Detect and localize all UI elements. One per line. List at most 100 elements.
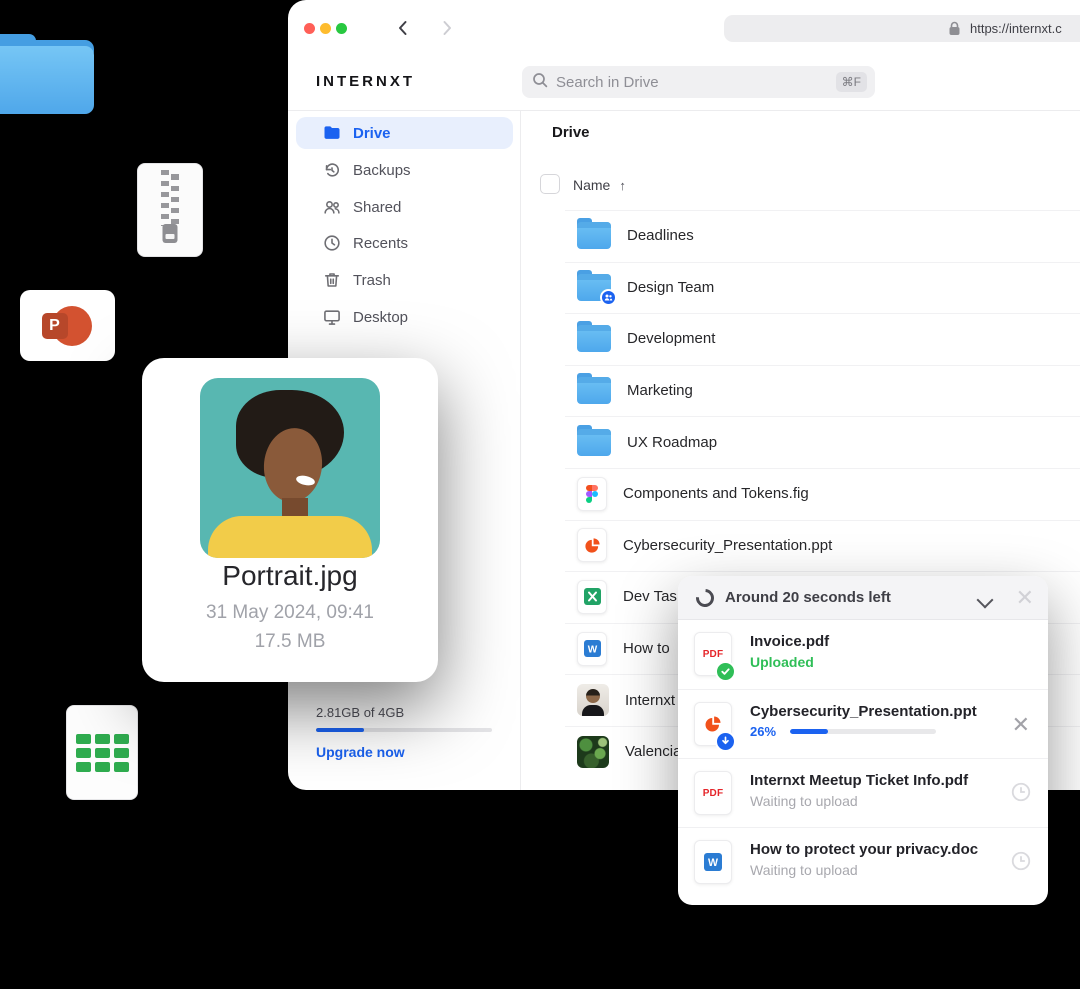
upload-item-name: Cybersecurity_Presentation.ppt bbox=[750, 703, 977, 720]
folder-icon bbox=[577, 325, 611, 352]
list-item-folder[interactable]: Development bbox=[521, 313, 1080, 365]
upload-item-cybersecurity[interactable]: Cybersecurity_Presentation.ppt 26% ✕ bbox=[678, 689, 1048, 758]
folder-icon bbox=[577, 377, 611, 404]
close-window-button[interactable] bbox=[304, 23, 315, 34]
upload-item-status: Waiting to upload bbox=[750, 862, 858, 878]
sidebar-item-desktop[interactable]: Desktop bbox=[296, 299, 513, 335]
folder-icon bbox=[577, 429, 611, 456]
list-item-folder[interactable]: UX Roadmap bbox=[521, 416, 1080, 468]
search-bar[interactable]: ⌘F bbox=[522, 66, 875, 98]
list-item-folder-shared[interactable]: Design Team bbox=[521, 262, 1080, 314]
url-text: https://internxt.c bbox=[970, 21, 1062, 36]
sidebar-item-label: Drive bbox=[353, 125, 391, 142]
photo-thumbnail bbox=[577, 684, 609, 716]
close-panel-icon[interactable]: ✕ bbox=[1016, 585, 1034, 611]
zip-file-icon[interactable] bbox=[137, 163, 203, 257]
folder-front bbox=[0, 46, 94, 114]
spinner-icon bbox=[692, 585, 717, 610]
powerpoint-file-icon bbox=[577, 528, 607, 562]
item-name: UX Roadmap bbox=[627, 434, 717, 451]
preview-size: 17.5 MB bbox=[142, 631, 438, 653]
lock-icon bbox=[948, 21, 961, 41]
preview-filename: Portrait.jpg bbox=[142, 560, 438, 592]
storage-progress-fill bbox=[316, 728, 364, 732]
upload-item-status: Waiting to upload bbox=[750, 793, 858, 809]
forward-button[interactable] bbox=[438, 19, 456, 37]
spreadsheet-grid bbox=[76, 734, 129, 772]
folder-icon bbox=[577, 274, 611, 301]
powerpoint-letter: P bbox=[42, 313, 68, 339]
minimize-window-button[interactable] bbox=[320, 23, 331, 34]
upload-panel-header: Around 20 seconds left ✕ bbox=[678, 576, 1048, 620]
svg-text:W: W bbox=[587, 645, 597, 656]
item-name: How to bbox=[623, 640, 670, 657]
waiting-clock-icon bbox=[1010, 850, 1032, 872]
backups-history-icon bbox=[322, 160, 342, 180]
address-bar[interactable]: https://internxt.c bbox=[724, 15, 1080, 42]
list-item-figma-file[interactable]: Components and Tokens.fig bbox=[521, 468, 1080, 520]
upload-progress-panel: Around 20 seconds left ✕ PDF Invoice.pdf… bbox=[678, 576, 1048, 905]
item-name: Development bbox=[627, 330, 715, 347]
excel-file-icon bbox=[577, 580, 607, 614]
upload-item-meetup-ticket[interactable]: PDF Internxt Meetup Ticket Info.pdf Wait… bbox=[678, 758, 1048, 827]
word-file-icon: W bbox=[694, 840, 732, 884]
sidebar-item-recents[interactable]: Recents bbox=[296, 225, 513, 261]
upload-item-name: How to protect your privacy.doc bbox=[750, 841, 978, 858]
item-name: Valencia bbox=[625, 743, 681, 760]
spreadsheet-file-icon[interactable] bbox=[66, 705, 138, 800]
page-title: Drive bbox=[552, 124, 590, 141]
upload-time-remaining: Around 20 seconds left bbox=[725, 589, 891, 606]
drive-folder-icon bbox=[322, 123, 342, 143]
portrait-photo bbox=[200, 378, 380, 558]
powerpoint-logo: P bbox=[42, 304, 94, 348]
zipper-pull bbox=[163, 224, 178, 243]
internxt-logo: INTERNXT bbox=[316, 73, 415, 90]
zoom-window-button[interactable] bbox=[336, 23, 347, 34]
name-column-header[interactable]: Name ↑ bbox=[573, 177, 626, 193]
photo-thumbnail bbox=[577, 736, 609, 768]
upload-progress-bar bbox=[790, 729, 936, 734]
sidebar-item-shared[interactable]: Shared bbox=[296, 189, 513, 225]
upgrade-now-link[interactable]: Upgrade now bbox=[316, 744, 405, 760]
list-item-folder[interactable]: Deadlines bbox=[521, 210, 1080, 262]
item-name: Deadlines bbox=[627, 227, 694, 244]
folder-icon bbox=[577, 222, 611, 249]
powerpoint-file-icon[interactable]: P bbox=[20, 290, 115, 361]
list-item-powerpoint-file[interactable]: Cybersecurity_Presentation.ppt bbox=[521, 520, 1080, 572]
back-button[interactable] bbox=[394, 19, 412, 37]
cancel-upload-icon[interactable]: ✕ bbox=[1012, 712, 1030, 738]
upload-item-status: Uploaded bbox=[750, 654, 814, 670]
upload-item-privacy-doc[interactable]: W How to protect your privacy.doc Waitin… bbox=[678, 827, 1048, 896]
item-name: Cybersecurity_Presentation.ppt bbox=[623, 537, 832, 554]
upload-item-name: Internxt Meetup Ticket Info.pdf bbox=[750, 772, 968, 789]
select-all-checkbox[interactable] bbox=[540, 174, 560, 194]
upload-item-invoice[interactable]: PDF Invoice.pdf Uploaded bbox=[678, 620, 1048, 689]
waiting-clock-icon bbox=[1010, 781, 1032, 803]
upload-item-progress-label: 26% bbox=[750, 724, 776, 739]
list-item-folder[interactable]: Marketing bbox=[521, 365, 1080, 417]
search-input[interactable] bbox=[556, 74, 836, 91]
desktop-monitor-icon bbox=[322, 307, 342, 327]
item-name: Design Team bbox=[627, 279, 714, 296]
sidebar-item-label: Desktop bbox=[353, 309, 408, 326]
search-icon bbox=[532, 72, 548, 93]
item-name: Internxt bbox=[625, 692, 675, 709]
chevron-down-icon[interactable] bbox=[978, 593, 992, 607]
pdf-label: PDF bbox=[703, 649, 724, 660]
sidebar-item-backups[interactable]: Backups bbox=[296, 152, 513, 188]
sidebar-item-trash[interactable]: Trash bbox=[296, 262, 513, 298]
sidebar-item-drive[interactable]: Drive bbox=[296, 117, 513, 149]
upload-item-name: Invoice.pdf bbox=[750, 633, 829, 650]
sidebar-item-label: Backups bbox=[353, 162, 411, 179]
blue-folder-icon[interactable] bbox=[0, 34, 94, 114]
powerpoint-file-icon bbox=[694, 702, 732, 746]
shared-badge-icon bbox=[600, 289, 617, 306]
recents-clock-icon bbox=[322, 233, 342, 253]
item-name: Components and Tokens.fig bbox=[623, 485, 809, 502]
pdf-file-icon: PDF bbox=[694, 771, 732, 815]
search-shortcut-badge: ⌘F bbox=[836, 72, 867, 92]
item-name: Dev Tas bbox=[623, 588, 677, 605]
window-controls bbox=[304, 23, 347, 34]
figma-file-icon bbox=[577, 477, 607, 511]
word-file-icon: W bbox=[577, 632, 607, 666]
